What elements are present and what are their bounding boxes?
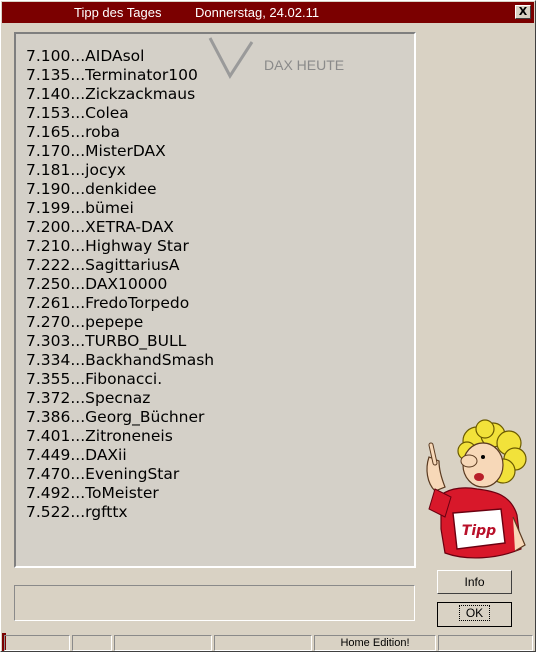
status-cell-4 [214, 635, 312, 651]
title-bar[interactable]: Tipp des Tages Donnerstag, 24.02.11 X [2, 2, 534, 23]
main-window: Tipp des Tages Donnerstag, 24.02.11 X DA… [0, 0, 536, 652]
tip-entry: 7.303...TURBO_BULL [26, 332, 187, 350]
tip-entry: 7.470...EveningStar [26, 465, 180, 483]
tips-list-panel: DAX HEUTE 7.100...AIDAsol 7.135...Termina… [14, 32, 416, 568]
mascot-illustration: Tipp [426, 419, 527, 559]
message-field [14, 585, 415, 621]
close-icon: X [518, 5, 528, 18]
tip-entry: 7.449...DAXii [26, 446, 127, 464]
status-cell-2 [72, 635, 112, 651]
tip-entry: 7.135...Terminator100 [26, 66, 198, 84]
mascot-shirt-text: Tipp [462, 523, 496, 539]
tip-entry: 7.270...pepepe [26, 313, 144, 331]
tip-entry: 7.355...Fibonacci. [26, 370, 163, 388]
checkmark-icon [208, 37, 254, 79]
status-cell-3 [114, 635, 212, 651]
tip-entry: 7.199...bümei [26, 199, 134, 217]
tip-entry: 7.492...ToMeister [26, 484, 159, 502]
status-edition: Home Edition! [314, 635, 436, 651]
tip-entry: 7.372...Specnaz [26, 389, 151, 407]
tip-entry: 7.140...Zickzackmaus [26, 85, 196, 103]
tip-entry: 7.210...Highway Star [26, 237, 189, 255]
tips-list: 7.100...AIDAsol 7.135...Terminator100 7.14… [26, 47, 214, 522]
tip-entry: 7.334...BackhandSmash [26, 351, 215, 369]
status-cell-6 [438, 635, 533, 651]
window-title: Tipp des Tages [74, 5, 162, 20]
dax-heute-label: DAX HEUTE [264, 57, 345, 73]
tip-entry: 7.100...AIDAsol [26, 47, 145, 65]
status-bar: Home Edition! [2, 633, 534, 652]
tip-entry: 7.170...MisterDAX [26, 142, 166, 160]
status-cell-1 [4, 635, 70, 651]
ok-button[interactable]: OK [437, 602, 512, 627]
tip-entry: 7.153...Colea [26, 104, 129, 122]
tip-entry: 7.190...denkidee [26, 180, 157, 198]
tip-entry: 7.522...rgfttx [26, 503, 128, 521]
tip-entry: 7.181...jocyx [26, 161, 126, 179]
title-date: Donnerstag, 24.02.11 [195, 5, 320, 20]
close-button[interactable]: X [515, 5, 531, 19]
tip-entry: 7.200...XETRA-DAX [26, 218, 174, 236]
ok-button-label: OK [458, 605, 491, 621]
tip-entry: 7.250...DAX10000 [26, 275, 168, 293]
tip-entry: 7.222...SagittariusA [26, 256, 180, 274]
tip-entry: 7.386...Georg_Büchner [26, 408, 205, 426]
info-button[interactable]: Info [437, 570, 512, 594]
tip-entry: 7.165...roba [26, 123, 121, 141]
tip-entry: 7.401...Zitroneneis [26, 427, 173, 445]
tip-entry: 7.261...FredoTorpedo [26, 294, 190, 312]
